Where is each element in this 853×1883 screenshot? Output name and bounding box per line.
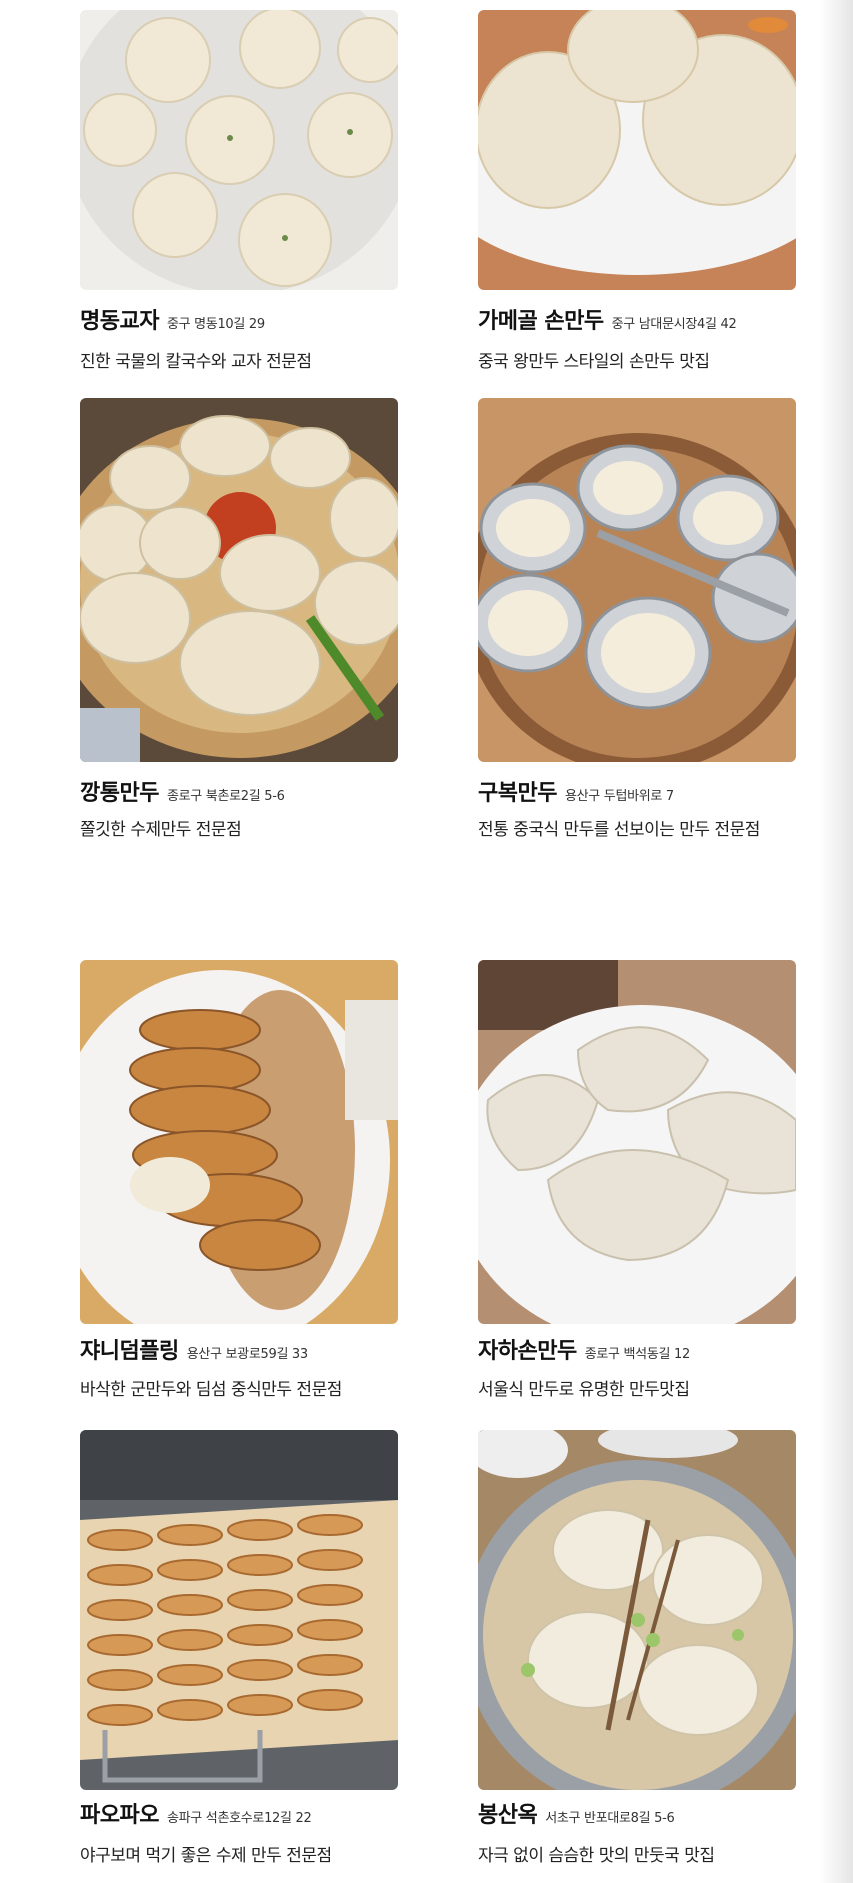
restaurant-address: 중구 남대문시장4길 42 (611, 317, 737, 332)
rows-of-gyoza-on-rack-icon (80, 1430, 398, 1790)
restaurant-description: 바삭한 군만두와 딤섬 중식만두 전문점 (80, 1380, 342, 1400)
dumpling-soup-bowl-icon (478, 1430, 796, 1790)
restaurant-address: 용산구 두텁바위로 7 (564, 789, 674, 804)
restaurant-name: 명동교자 (80, 309, 159, 334)
restaurant-address: 서초구 반포대로8길 5-6 (545, 1811, 675, 1826)
restaurant-description: 자극 없이 슴슴한 맛의 만둣국 맛집 (478, 1846, 715, 1866)
restaurant-name: 가메골 손만두 (478, 309, 604, 334)
page-edge-shadow (819, 0, 853, 1883)
xiaolongbao-in-bamboo-steamer-icon (478, 398, 796, 762)
dumpling-platter-with-kimchi-icon (80, 398, 398, 762)
steamed-dumplings-on-steamer-icon (80, 10, 398, 290)
restaurant-description: 서울식 만두로 유명한 만두맛집 (478, 1380, 690, 1400)
restaurant-name: 깡통만두 (80, 781, 159, 806)
restaurant-address: 용산구 보광로59길 33 (186, 1347, 308, 1362)
restaurant-description: 쫄깃한 수제만두 전문점 (80, 820, 242, 840)
restaurant-name: 쟈니덤플링 (80, 1339, 179, 1364)
restaurant-name: 구복만두 (478, 781, 557, 806)
restaurant-name: 파오파오 (80, 1803, 159, 1828)
restaurant-address: 종로구 북촌로2길 5-6 (166, 789, 285, 804)
restaurant-address: 종로구 백석동길 12 (584, 1347, 691, 1362)
restaurant-name: 자하손만두 (478, 1339, 577, 1364)
large-steamed-buns-icon (478, 10, 796, 290)
restaurant-address: 중구 명동10길 29 (166, 317, 265, 332)
restaurant-description: 전통 중국식 만두를 선보이는 만두 전문점 (478, 820, 760, 840)
restaurant-address: 송파구 석촌호수로12길 22 (166, 1811, 312, 1826)
hand-folded-dumplings-on-plate-icon (478, 960, 796, 1324)
restaurant-name: 봉산옥 (478, 1803, 538, 1828)
pan-fried-dumplings-icon (80, 960, 398, 1324)
restaurant-description: 중국 왕만두 스타일의 손만두 맛집 (478, 352, 710, 372)
restaurant-description: 진한 국물의 칼국수와 교자 전문점 (80, 352, 312, 372)
restaurant-description: 야구보며 먹기 좋은 수제 만두 전문점 (80, 1846, 332, 1866)
